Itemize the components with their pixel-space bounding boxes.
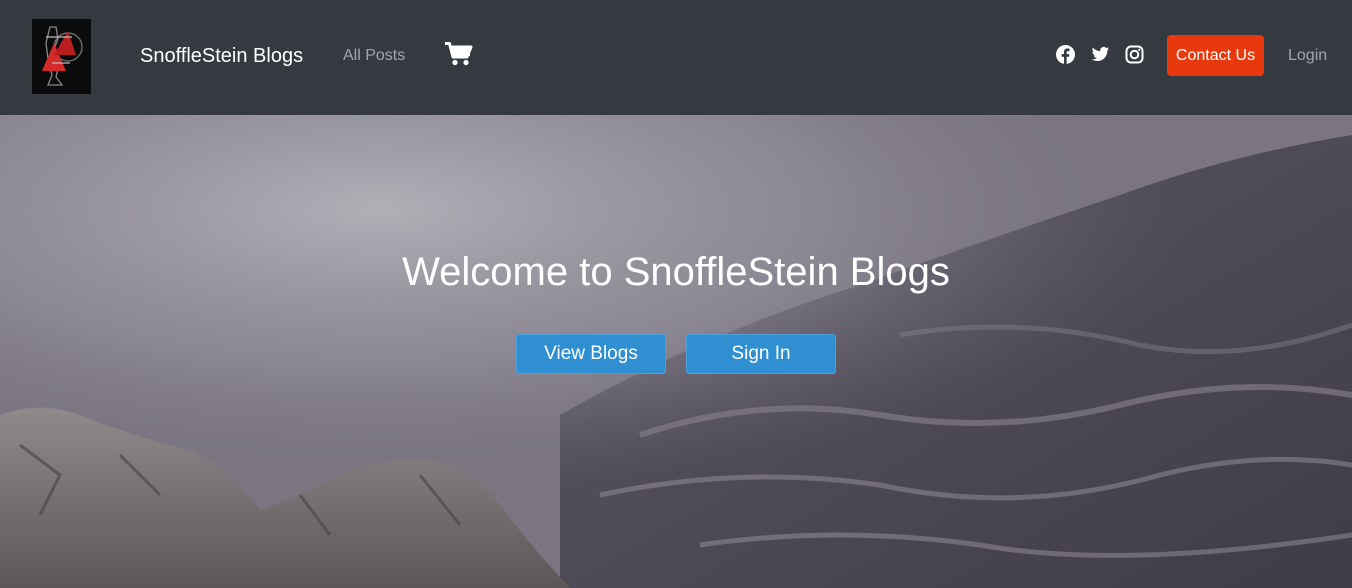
login-link[interactable]: Login: [1288, 46, 1327, 66]
hero-section: Welcome to SnoffleStein Blogs View Blogs…: [0, 115, 1352, 588]
shopping-cart-icon[interactable]: [445, 42, 473, 66]
twitter-icon[interactable]: [1091, 45, 1110, 64]
nav-link-all-posts[interactable]: All Posts: [343, 46, 405, 66]
logo-image[interactable]: [32, 19, 91, 94]
sign-in-button[interactable]: Sign In: [686, 334, 836, 374]
instagram-icon[interactable]: [1125, 45, 1144, 64]
hero-background-image: [0, 115, 1352, 588]
brand-link[interactable]: SnoffleStein Blogs: [140, 43, 303, 69]
contact-us-button[interactable]: Contact Us: [1167, 35, 1264, 76]
hero-title: Welcome to SnoffleStein Blogs: [402, 250, 950, 294]
view-blogs-button[interactable]: View Blogs: [516, 334, 666, 374]
facebook-icon[interactable]: [1056, 45, 1075, 64]
navbar: SnoffleStein Blogs All Posts Contact Us …: [0, 0, 1352, 115]
